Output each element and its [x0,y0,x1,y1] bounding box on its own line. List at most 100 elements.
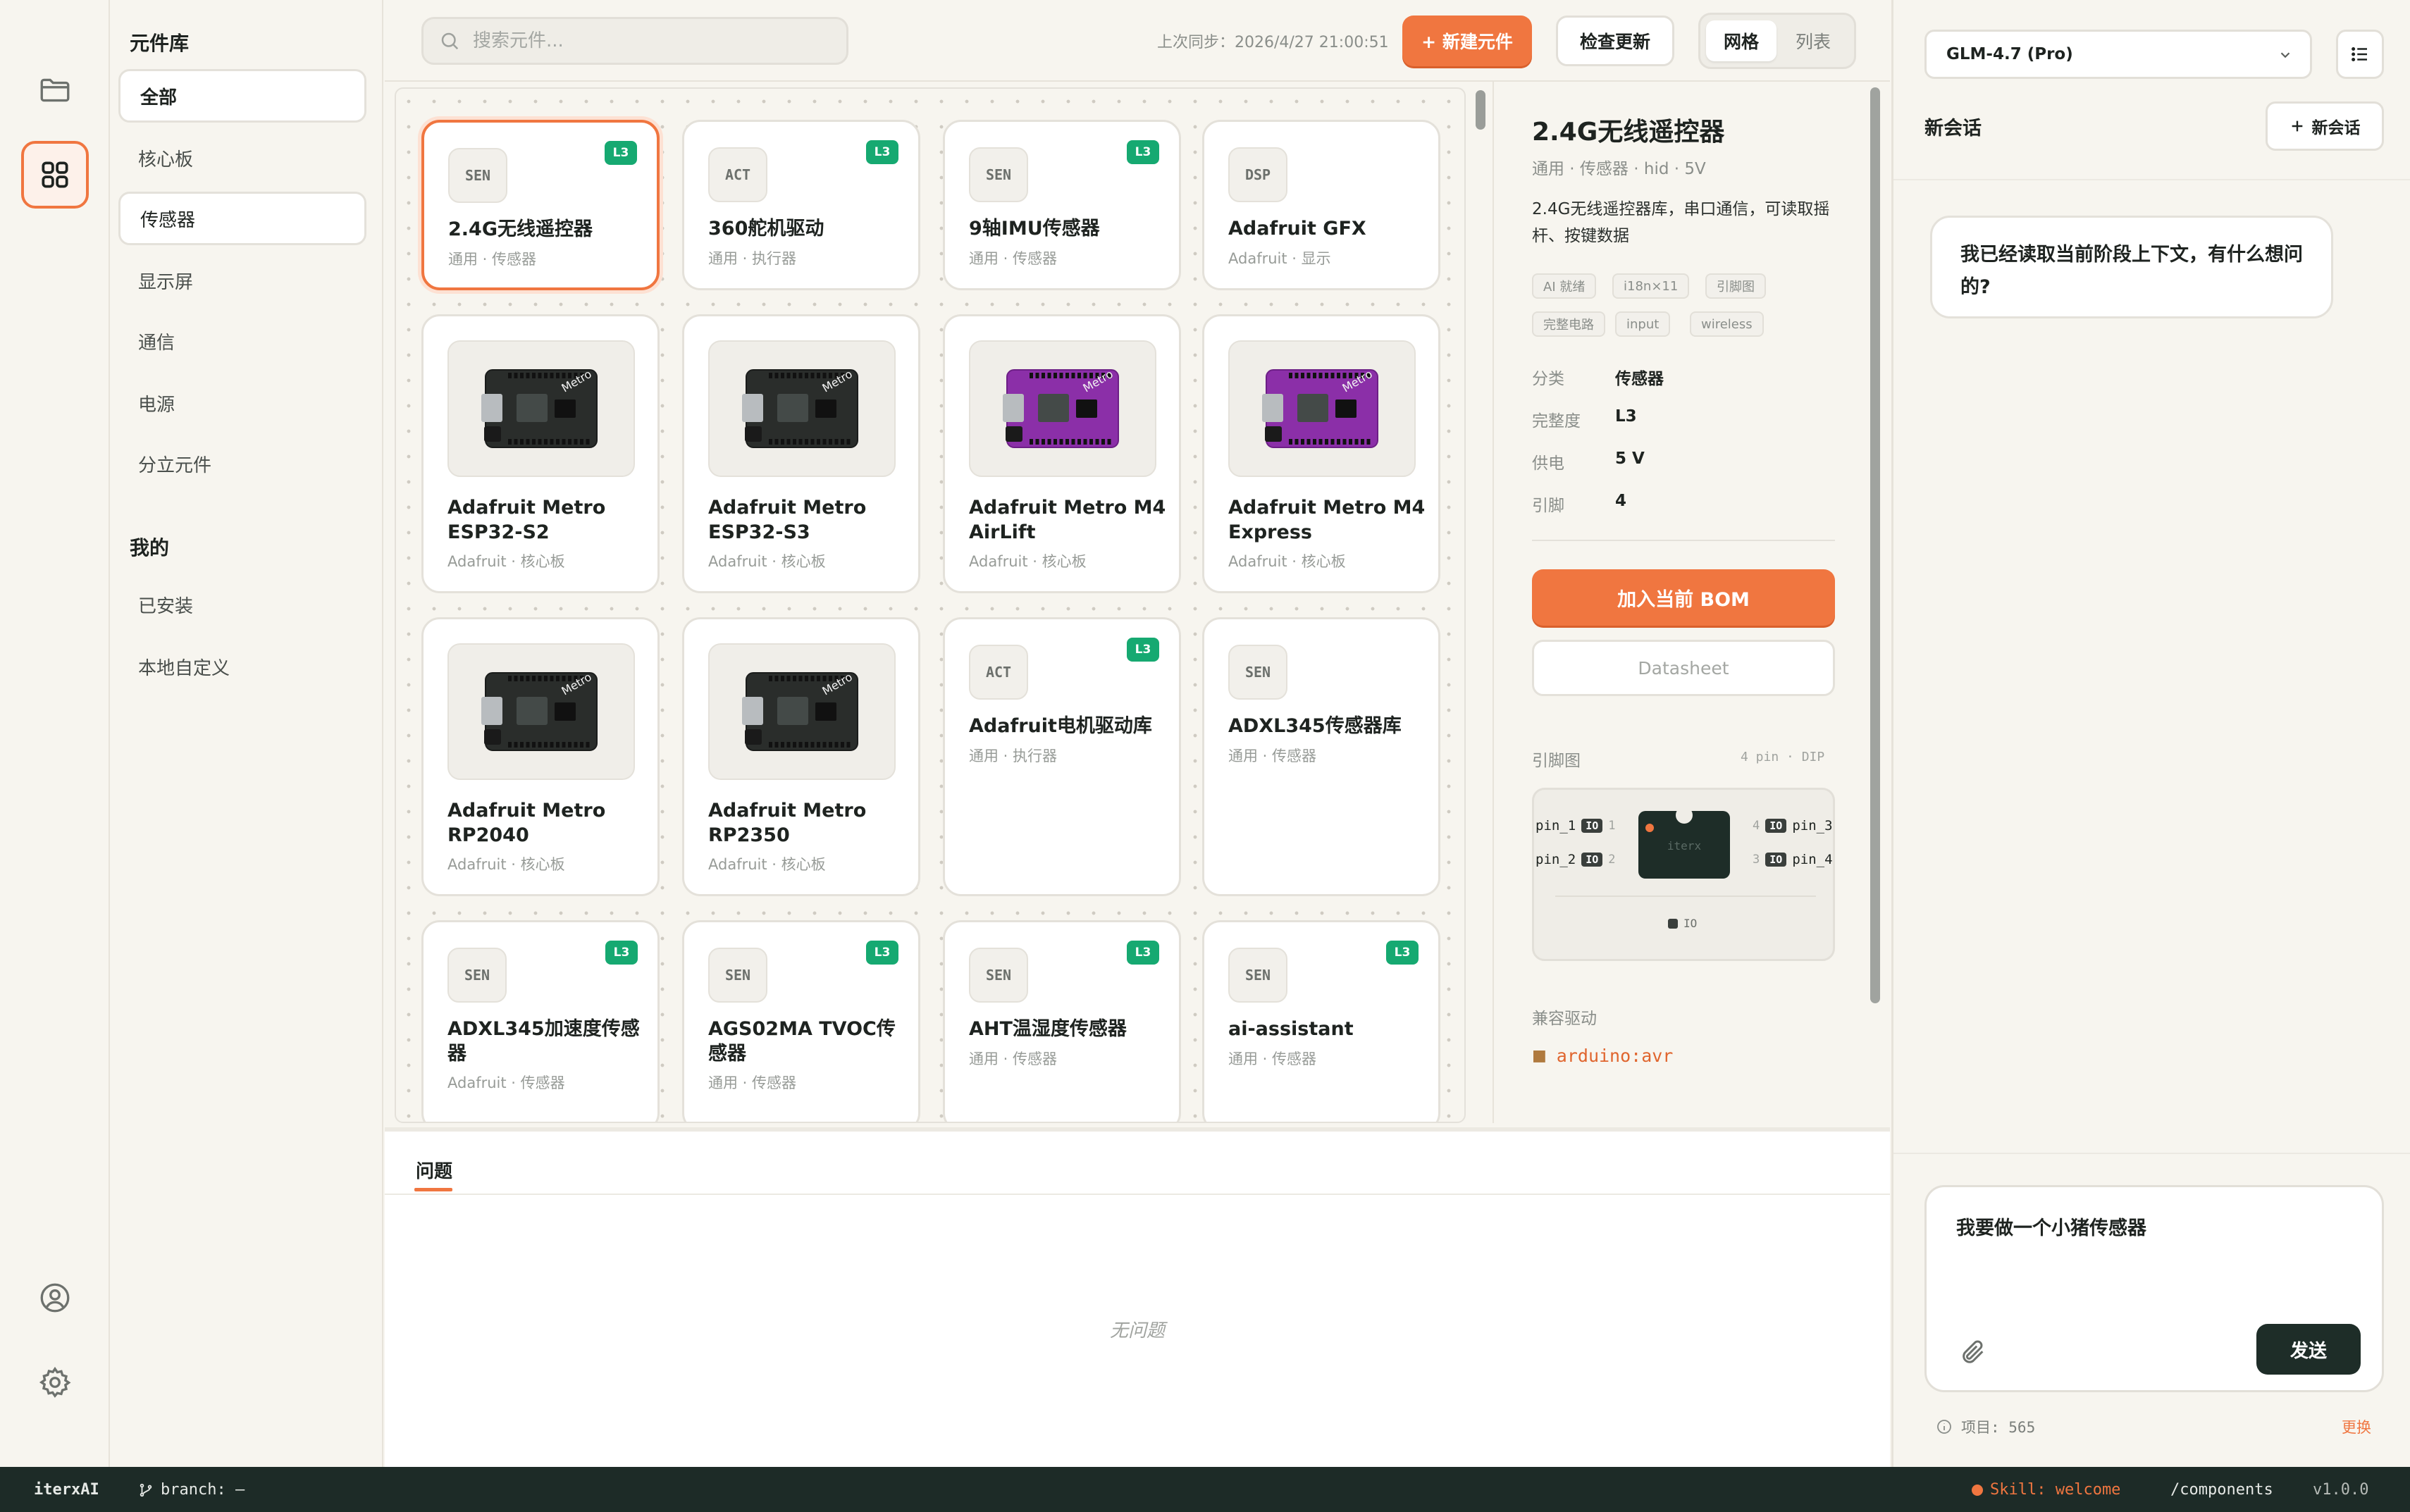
card-subtitle: 通用 · 传感器 [969,1051,1058,1067]
component-card[interactable]: Metro Adafruit Metro RP2040 Adafruit · 核… [421,617,660,896]
pinout-diagram: pin_1 IO 1 pin_2 IO 2 4 IO pin_3 3 IO pin_4 iter… [1532,788,1835,961]
model-select[interactable]: GLM-4.7 (Pro) [1924,30,2312,79]
grid-scrollbar[interactable] [1474,87,1487,1123]
driver-name: arduino:avr [1556,1046,1674,1066]
component-card[interactable]: SEN L3 AGS02MA TVOC传感器 通用 · 传感器 [682,920,920,1122]
status-branch[interactable]: branch: — [138,1481,245,1499]
folder-icon[interactable] [21,56,89,124]
list-icon [2352,47,2367,61]
category-chip: SEN [969,147,1028,202]
category-chip: SEN [448,148,507,203]
card-subtitle: 通用 · 传感器 [448,251,537,268]
card-title: ADXL345传感器库 [1228,715,1402,737]
card-title: Adafruit电机驱动库 [969,715,1152,737]
component-card[interactable]: Metro Adafruit Metro ESP32-S2 Adafruit ·… [421,314,660,593]
search-box[interactable] [421,17,848,65]
activity-rail [0,0,110,1467]
card-subtitle: Adafruit · 核心板 [969,553,1087,570]
category-communication[interactable]: 通信 [118,314,366,368]
category-display[interactable]: 显示屏 [118,254,366,307]
level-badge: L3 [866,941,898,965]
card-title: ai-assistant [1228,1018,1354,1040]
card-title: ADXL345加速度传感器 [447,1018,640,1065]
component-card[interactable]: Metro Adafruit Metro M4 Express Adafruit… [1202,314,1440,593]
driver-item[interactable]: ■ arduino:avr [1532,1046,1673,1066]
card-subtitle: Adafruit · 核心板 [1228,553,1346,570]
component-card[interactable]: Metro Adafruit Metro M4 AirLift Adafruit… [943,314,1181,593]
board-image: Metro [447,340,635,477]
category-discrete[interactable]: 分立元件 [118,437,366,490]
card-title: AGS02MA TVOC传感器 [708,1018,896,1065]
problems-panel: 问题 无问题 [385,1127,1890,1467]
card-title: Adafruit Metro RP2040 [447,800,606,846]
components-icon[interactable] [21,141,89,209]
component-card[interactable]: SEN L3 AHT温湿度传感器 通用 · 传感器 [943,920,1181,1122]
component-card[interactable]: SEN L3 ai-assistant 通用 · 传感器 [1202,920,1440,1122]
paperclip-icon[interactable] [1959,1337,1987,1368]
pin-left: pin_1 IO 1 [1535,818,1616,834]
mine-local-custom[interactable]: 本地自定义 [118,640,366,693]
status-skill[interactable]: Skill: welcome [1972,1481,2120,1499]
component-card[interactable]: SEN L3 2.4G无线遥控器 通用 · 传感器 [421,120,660,290]
pinout-legend: IO [1668,917,1697,930]
prop-key: 供电 [1532,454,1564,473]
settings-icon[interactable] [21,1349,89,1416]
level-badge: L3 [605,141,637,165]
new-session-button[interactable]: 新会话 [2266,101,2384,151]
category-sensor[interactable]: 传感器 [118,192,366,245]
card-title: Adafruit Metro ESP32-S2 [447,497,606,543]
card-subtitle: Adafruit · 核心板 [447,553,565,570]
component-card[interactable]: ACT L3 Adafruit电机驱动库 通用 · 执行器 [943,617,1181,896]
datasheet-button[interactable]: Datasheet [1532,640,1835,696]
view-list-button[interactable]: 列表 [1778,20,1848,61]
card-title: 9轴IMU传感器 [969,218,1100,240]
card-subtitle: 通用 · 传感器 [708,1074,797,1091]
component-card[interactable]: Metro Adafruit Metro ESP32-S3 Adafruit ·… [682,314,920,593]
chat-input[interactable]: 我要做一个小猪传感器 [1956,1213,2351,1297]
detail-scrollbar[interactable] [1870,87,1880,1003]
view-grid-button[interactable]: 网格 [1706,20,1776,61]
component-grid: SEN L3 2.4G无线遥控器 通用 · 传感器 ACT L3 360舵机驱动… [395,87,1466,1123]
status-version: v1.0.0 [2313,1481,2369,1499]
send-button[interactable]: 发送 [2256,1324,2361,1375]
card-subtitle: 通用 · 传感器 [1228,1051,1317,1067]
change-project-link[interactable]: 更换 [2342,1416,2371,1437]
prop-value: 4 [1615,492,1627,510]
component-card[interactable]: SEN ADXL345传感器库 通用 · 传感器 [1202,617,1440,896]
prop-value: L3 [1615,407,1637,426]
search-icon [441,32,459,50]
card-subtitle: Adafruit · 核心板 [447,856,565,873]
search-input[interactable] [473,30,825,51]
card-subtitle: 通用 · 执行器 [969,748,1058,764]
plus-icon [2292,120,2302,132]
mine-installed[interactable]: 已安装 [118,578,366,631]
package-icon: ■ [1532,1047,1547,1065]
chat-composer: 我要做一个小猪传感器 发送 [1924,1185,2384,1392]
component-card[interactable]: SEN L3 ADXL345加速度传感器 Adafruit · 传感器 [421,920,660,1122]
component-card[interactable]: ACT L3 360舵机驱动 通用 · 执行器 [682,120,920,290]
mine-title: 我的 [130,536,170,559]
account-icon[interactable] [21,1264,89,1332]
level-badge: L3 [605,941,638,965]
category-chip: SEN [1228,948,1287,1003]
card-title: 360舵机驱动 [708,218,824,240]
card-subtitle: Adafruit · 传感器 [447,1074,565,1091]
component-card[interactable]: SEN L3 9轴IMU传感器 通用 · 传感器 [943,120,1181,290]
drivers-label: 兼容驱动 [1532,1010,1597,1028]
component-card[interactable]: DSP Adafruit GFX Adafruit · 显示 [1202,120,1440,290]
check-update-button[interactable]: 检查更新 [1556,16,1674,66]
detail-title: 2.4G无线遥控器 [1532,118,1725,147]
status-dot-icon [1972,1484,1983,1496]
category-core-board[interactable]: 核心板 [118,131,366,185]
category-all[interactable]: 全部 [118,69,366,123]
library-title: 元件库 [130,32,190,55]
add-to-bom-button[interactable]: 加入当前 BOM [1532,569,1835,626]
new-component-button[interactable]: + 新建元件 [1402,16,1532,66]
card-title: Adafruit Metro M4 AirLift [969,497,1166,543]
session-list-button[interactable] [2336,30,2384,79]
category-power[interactable]: 电源 [118,376,366,430]
tab-problems[interactable]: 问题 [416,1157,452,1183]
card-subtitle: Adafruit · 核心板 [708,553,826,570]
prop-key: 分类 [1532,370,1564,388]
component-card[interactable]: Metro Adafruit Metro RP2350 Adafruit · 核… [682,617,920,896]
